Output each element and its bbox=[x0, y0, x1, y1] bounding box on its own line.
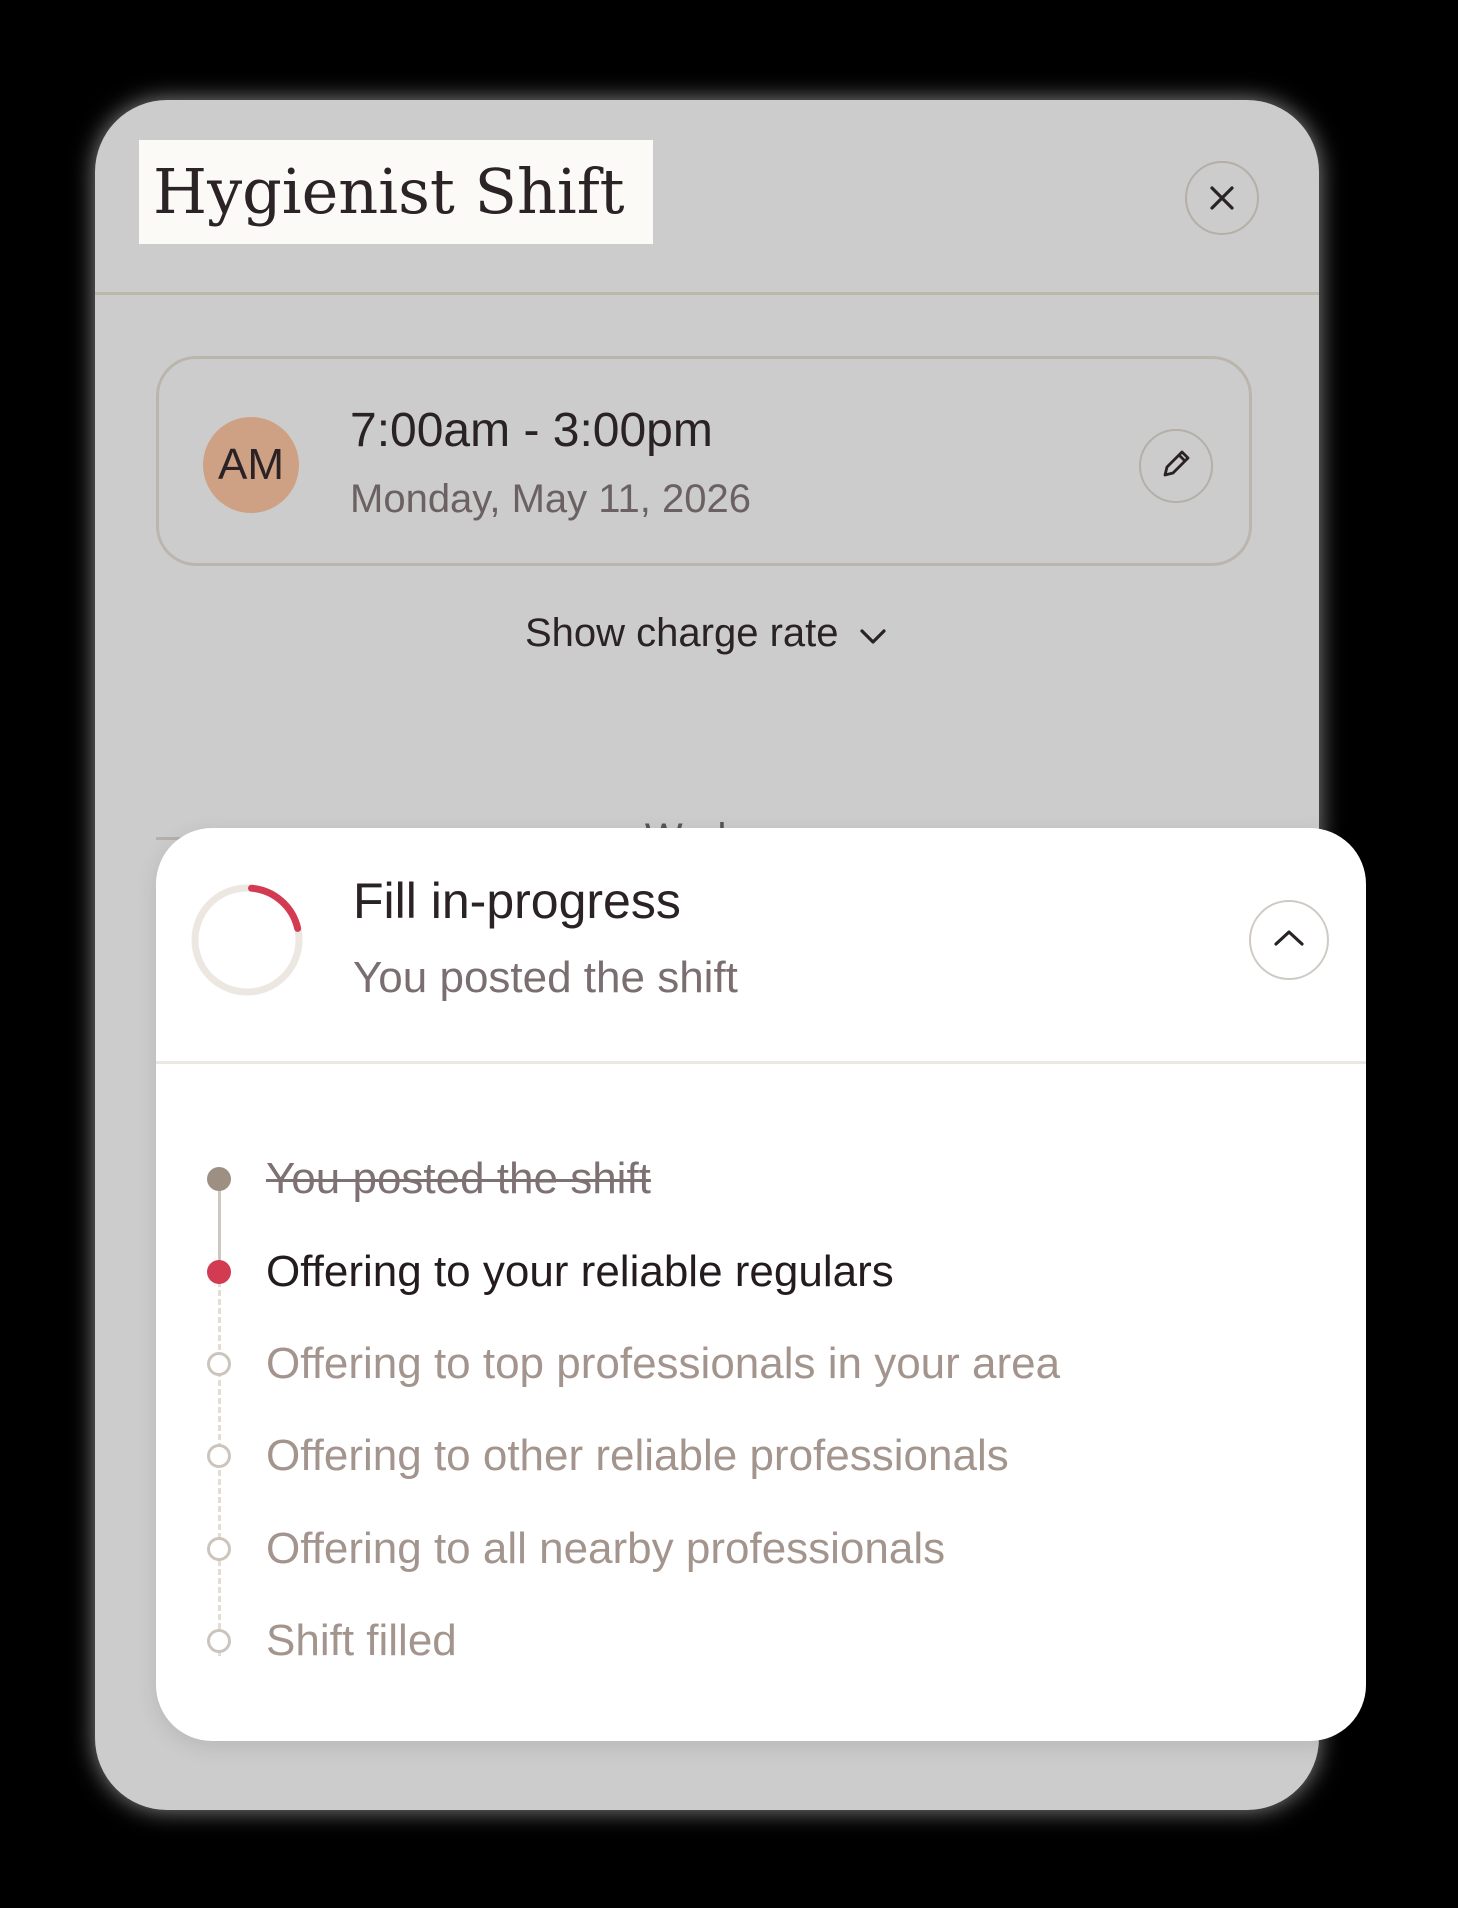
timeline-step: Shift filled bbox=[156, 1611, 1366, 1671]
collapse-button[interactable] bbox=[1249, 900, 1329, 980]
shift-summary-card: AM 7:00am - 3:00pm Monday, May 11, 2026 bbox=[156, 356, 1252, 566]
show-charge-rate-toggle[interactable]: Show charge rate bbox=[525, 603, 887, 663]
step-label: Offering to top professionals in your ar… bbox=[266, 1339, 1061, 1388]
timeline-step: Offering to your reliable regulars bbox=[156, 1242, 1366, 1302]
modal-title: Hygienist Shift bbox=[139, 140, 653, 244]
avatar: AM bbox=[203, 417, 299, 513]
progress-ring-icon bbox=[191, 884, 303, 996]
shift-time-range: 7:00am - 3:00pm bbox=[350, 404, 713, 457]
step-label: Offering to other reliable professionals bbox=[266, 1431, 1009, 1480]
step-status-dot bbox=[207, 1260, 231, 1284]
step-label: Offering to all nearby professionals bbox=[266, 1524, 946, 1573]
step-status-dot bbox=[207, 1352, 231, 1376]
fill-status-title: Fill in-progress bbox=[353, 873, 681, 929]
edit-shift-button[interactable] bbox=[1139, 429, 1213, 503]
chevron-up-icon bbox=[1273, 928, 1305, 953]
timeline-step: Offering to all nearby professionals bbox=[156, 1519, 1366, 1579]
charge-rate-label: Show charge rate bbox=[525, 610, 839, 655]
close-icon bbox=[1209, 185, 1235, 211]
fill-progress-header[interactable]: Fill in-progress You posted the shift bbox=[156, 828, 1366, 1064]
modal-header: Hygienist Shift bbox=[95, 100, 1319, 295]
step-status-dot bbox=[207, 1537, 231, 1561]
chevron-down-icon bbox=[859, 611, 887, 656]
timeline-step: Offering to other reliable professionals bbox=[156, 1426, 1366, 1486]
step-label: You posted the shift bbox=[266, 1154, 651, 1203]
step-label: Shift filled bbox=[266, 1616, 457, 1665]
timeline-step: Offering to top professionals in your ar… bbox=[156, 1334, 1366, 1394]
fill-progress-card: Fill in-progress You posted the shift Yo… bbox=[156, 828, 1366, 1741]
step-label: Offering to your reliable regulars bbox=[266, 1247, 894, 1296]
pencil-icon bbox=[1159, 447, 1193, 486]
fill-status-subtitle: You posted the shift bbox=[353, 953, 738, 1002]
step-status-dot bbox=[207, 1167, 231, 1191]
step-status-dot bbox=[207, 1444, 231, 1468]
timeline-step: You posted the shift bbox=[156, 1149, 1366, 1209]
close-button[interactable] bbox=[1185, 161, 1259, 235]
shift-date: Monday, May 11, 2026 bbox=[350, 477, 751, 521]
step-status-dot bbox=[207, 1629, 231, 1653]
